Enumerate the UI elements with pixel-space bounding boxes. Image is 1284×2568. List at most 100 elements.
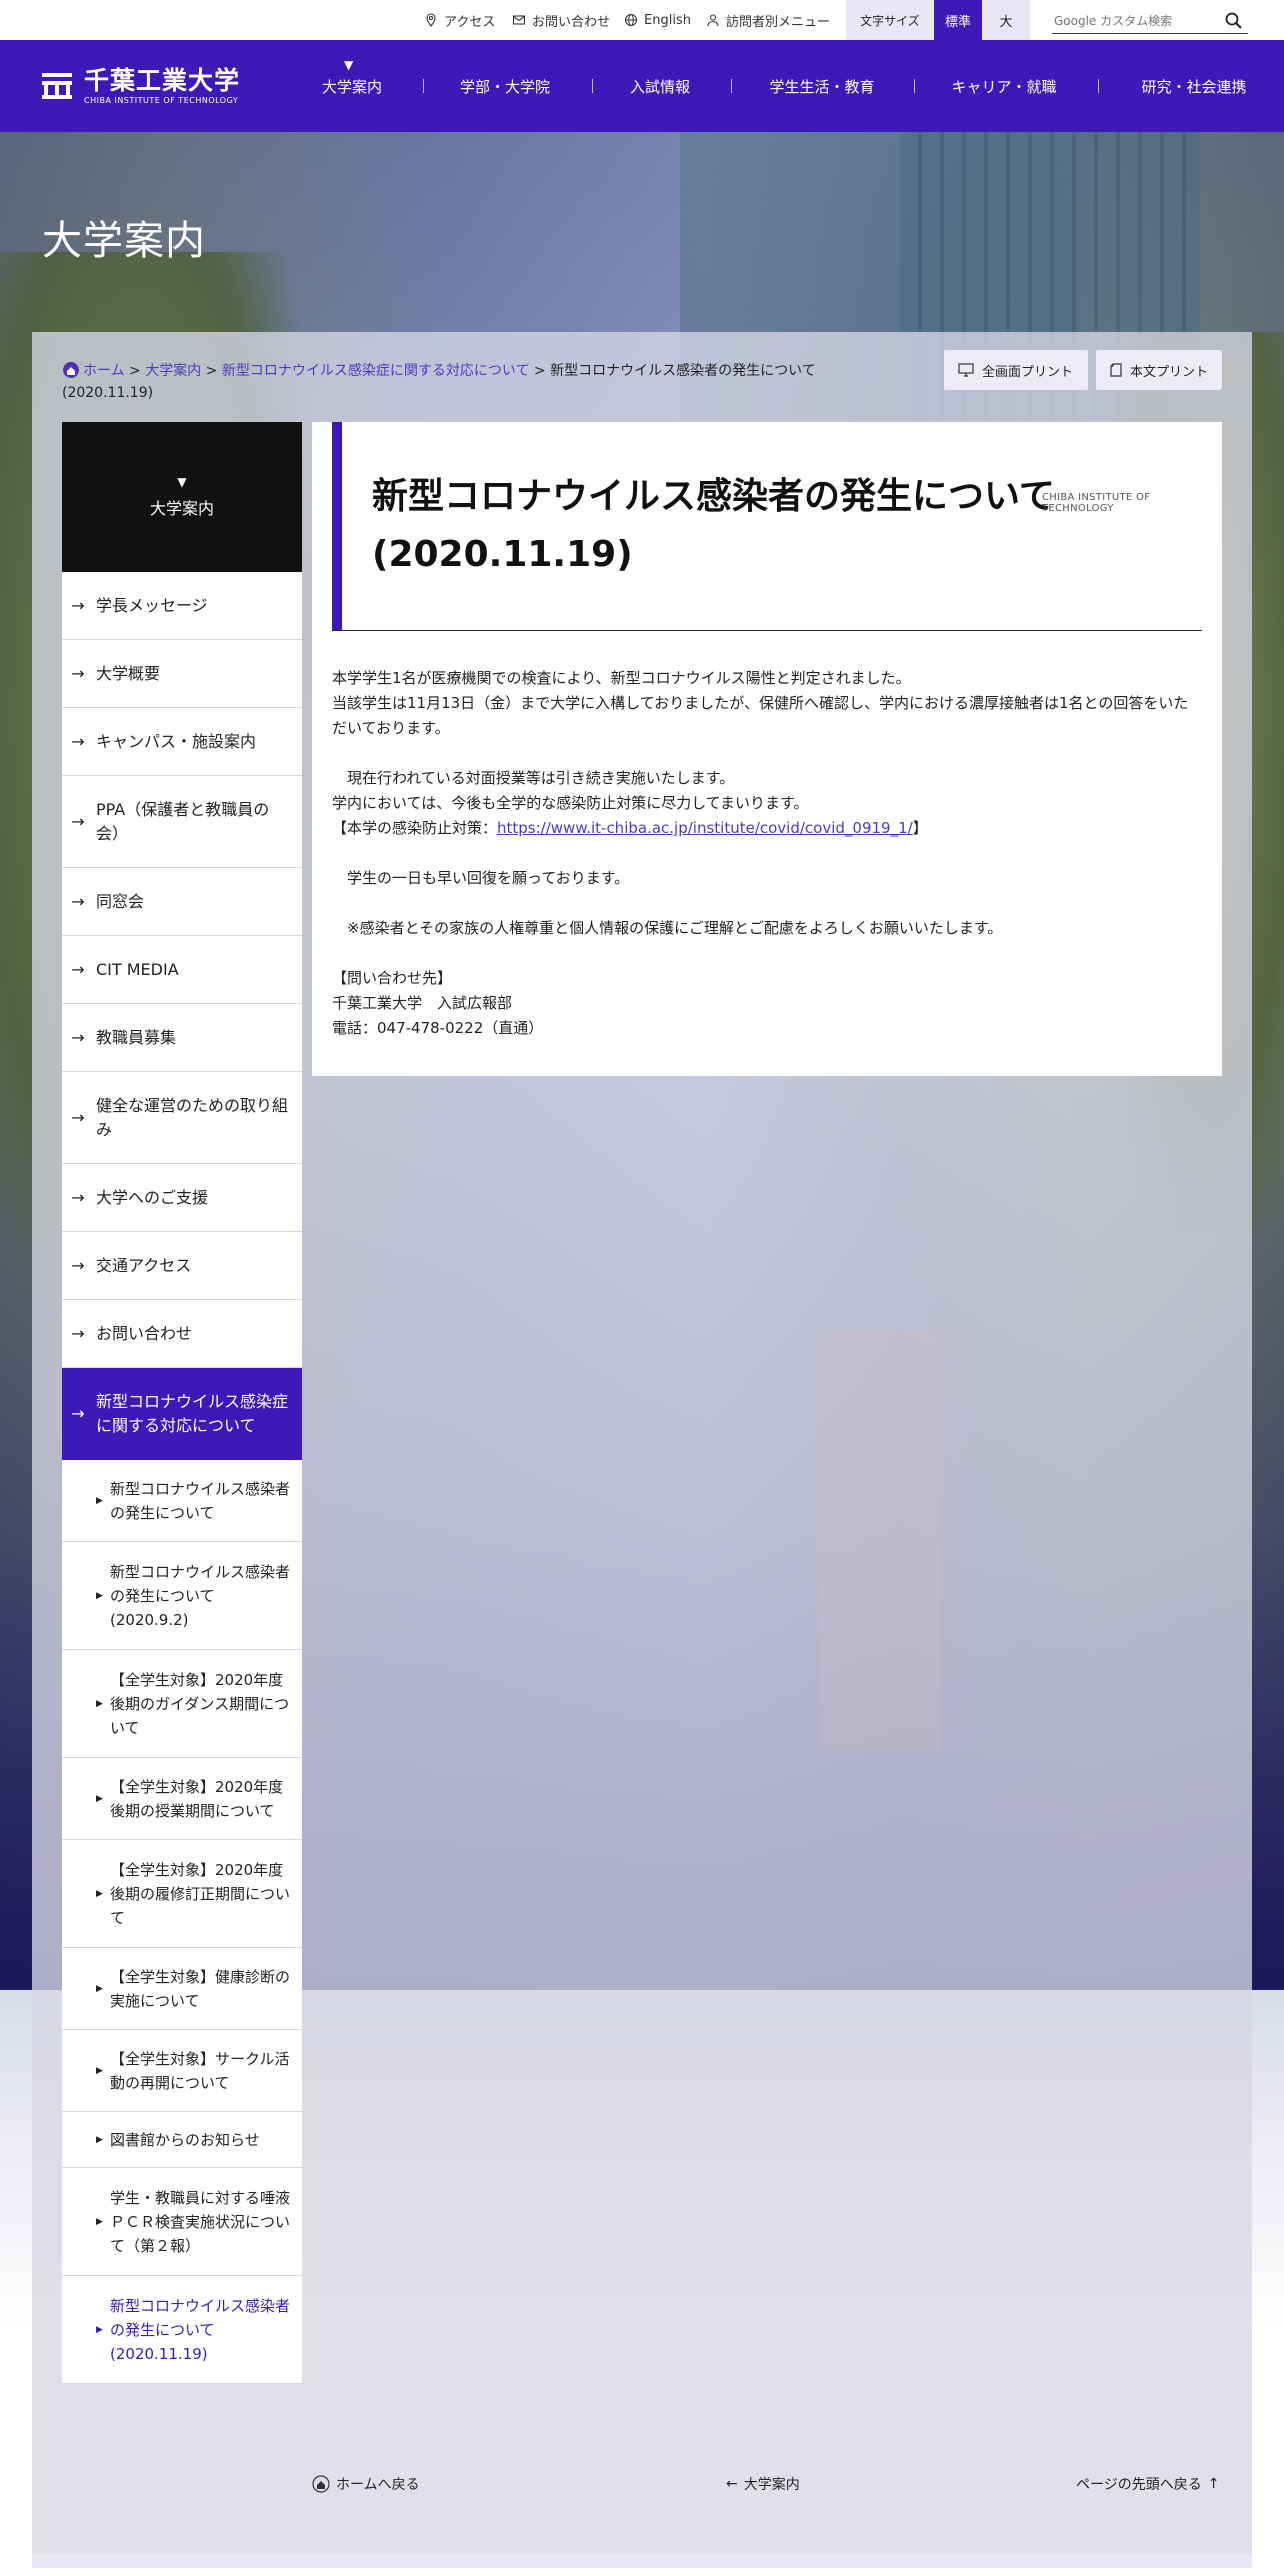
article-paragraph: 本学学生1名が医療機関での検査により、新型コロナウイルス陽性と判定されました。 — [332, 669, 911, 687]
back-to-top-link[interactable]: ページの先頭へ戻る ↑ — [1076, 2470, 1219, 2498]
back-to-home-label: ホームへ戻る — [336, 2477, 420, 2493]
nav-separator — [592, 79, 593, 93]
sidebar-item-label: PPA（保護者と教職員の会） — [96, 799, 270, 843]
university-logo-mark-icon — [42, 73, 72, 99]
article-paragraph: 学内においては、今後も全学的な感染防止対策に尽力してまいります。 — [332, 794, 809, 812]
arrow-right-icon: → — [71, 1255, 85, 1275]
article-paragraph-link: 【本学の感染防止対策：https://www.it-chiba.ac.jp/in… — [332, 816, 1202, 841]
sidebar-item-access[interactable]: → 交通アクセス — [62, 1232, 302, 1300]
site-logo[interactable]: 千葉工業大学 CHIBA INSTITUTE OF TECHNOLOGY — [40, 64, 240, 108]
breadcrumb-about[interactable]: 大学案内 — [145, 363, 201, 379]
breadcrumb-covid[interactable]: 新型コロナウイルス感染症に関する対応について — [222, 363, 530, 379]
global-nav: 千葉工業大学 CHIBA INSTITUTE OF TECHNOLOGY ▼ 大… — [0, 40, 1284, 132]
sidebar-subitem[interactable]: ▶ 【全学生対象】サークル活動の再開について — [62, 2030, 302, 2112]
search-box — [1052, 8, 1248, 34]
triangle-right-icon: ▶ — [96, 1495, 103, 1506]
sidebar-subitem-label: 【全学生対象】健康診断の実施について — [110, 1967, 291, 2010]
sidebar-subitem[interactable]: ▶ 新型コロナウイルス感染者の発生について(2020.9.2) — [62, 1542, 302, 1650]
map-pin-icon — [426, 13, 436, 27]
sidebar-item-cit-media[interactable]: → CIT MEDIA — [62, 936, 302, 1004]
article-paragraph: 現在行われている対面授業等は引き続き実施いたします。 — [332, 769, 735, 787]
breadcrumb-home[interactable]: ホーム — [83, 363, 125, 379]
arrow-right-icon: → — [71, 891, 85, 911]
nav-item-research[interactable]: 研究・社会連携 — [1124, 40, 1264, 132]
font-size-label: 文字サイズ — [846, 0, 934, 40]
sidebar-item-campus[interactable]: → キャンパス・施設案内 — [62, 708, 302, 776]
back-to-parent-link[interactable]: ← 大学案内 — [726, 2470, 800, 2498]
contact-link[interactable]: お問い合わせ — [512, 0, 610, 40]
access-link[interactable]: アクセス — [424, 0, 495, 40]
title-divider — [332, 630, 1202, 631]
sidebar-item-label: CIT MEDIA — [96, 959, 179, 979]
contact-heading: 【問い合わせ先】 — [332, 969, 453, 987]
article-blank-line — [332, 941, 1202, 966]
sidebar-subitem[interactable]: ▶ 【全学生対象】2020年度後期の授業期間について — [62, 1758, 302, 1840]
sidebar-subitem[interactable]: ▶ 【全学生対象】2020年度後期のガイダンス期間について — [62, 1650, 302, 1758]
user-icon — [707, 14, 719, 27]
article-paragraph: 当該学生は11月13日（金）まで大学に入構しておりましたが、保健所へ確認し、学内… — [332, 694, 1189, 737]
english-link[interactable]: English — [624, 0, 691, 40]
triangle-right-icon: ▶ — [96, 1983, 103, 1994]
sidebar-item-president-message[interactable]: → 学長メッセージ — [62, 572, 302, 640]
arrow-right-icon: → — [71, 1107, 85, 1127]
sidebar-item-ppa[interactable]: → PPA（保護者と教職員の会） — [62, 776, 302, 868]
sidebar-header[interactable]: ▼ 大学案内 — [62, 422, 302, 572]
sidebar-subitem[interactable]: ▶ 【全学生対象】2020年度後期の履修訂正期間について — [62, 1840, 302, 1948]
sidebar-subitem-label: 新型コロナウイルス感染者の発生について(2020.9.2) — [110, 1562, 291, 1629]
sidebar-subitem[interactable]: ▶ 新型コロナウイルス感染者の発生について — [62, 1460, 302, 1542]
print-full-button[interactable]: 全画面プリント — [944, 350, 1088, 390]
arrow-right-icon: → — [71, 1187, 85, 1207]
monitor-icon — [958, 363, 974, 377]
back-to-parent-label: 大学案内 — [743, 2477, 800, 2493]
visitor-menu-link[interactable]: 訪問者別メニュー — [706, 0, 830, 40]
triangle-right-icon: ▶ — [96, 2134, 103, 2145]
utility-bar: アクセス お問い合わせ English 訪問者別メニュー 文字サイズ 標準 大 — [0, 0, 1284, 40]
sidebar-item-support[interactable]: → 大学へのご支援 — [62, 1164, 302, 1232]
sidebar-subitem-label: 【全学生対象】2020年度後期の授業期間について — [110, 1777, 284, 1820]
font-size-standard-button[interactable]: 標準 — [934, 0, 982, 40]
search-input[interactable] — [1052, 13, 1212, 28]
sidebar-header-label: 大学案内 — [149, 499, 214, 518]
nav-separator — [914, 79, 915, 93]
font-size-large-button[interactable]: 大 — [982, 0, 1030, 40]
triangle-down-icon: ▼ — [177, 475, 187, 489]
home-icon — [63, 362, 79, 378]
sidebar-subitem[interactable]: ▶ 図書館からのお知らせ — [62, 2112, 302, 2168]
arrow-right-icon: → — [71, 731, 85, 751]
sidebar-item-recruit[interactable]: → 教職員募集 — [62, 1004, 302, 1072]
sidebar-subitem[interactable]: ▶ 【全学生対象】健康診断の実施について — [62, 1948, 302, 2030]
sidebar-item-label: 健全な運営のための取り組み — [96, 1095, 289, 1139]
triangle-right-icon: ▶ — [96, 2216, 103, 2227]
nav-item-about[interactable]: 大学案内 — [300, 40, 404, 132]
contact-organization: 千葉工業大学 入試広報部 — [332, 994, 513, 1012]
arrow-right-icon: → — [71, 663, 85, 683]
sidebar-subitem-current[interactable]: ▶ 新型コロナウイルス感染者の発生について(2020.11.19) — [62, 2276, 302, 2384]
nav-separator — [731, 79, 732, 93]
sidebar-subitem[interactable]: ▶ 学生・教職員に対する唾液ＰＣＲ検査実施状況について（第２報） — [62, 2168, 302, 2276]
arrow-right-icon: → — [71, 1404, 85, 1423]
search-icon[interactable] — [1224, 11, 1244, 31]
sidebar-subitem-label: 新型コロナウイルス感染者の発生について — [110, 1479, 291, 1522]
breadcrumb: ホーム > 大学案内 > 新型コロナウイルス感染症に関する対応について > 新型… — [62, 360, 822, 404]
contact-label: お問い合わせ — [532, 14, 611, 30]
triangle-right-icon: ▶ — [96, 1888, 103, 1899]
visitor-menu-label: 訪問者別メニュー — [726, 14, 831, 30]
arrow-right-icon: → — [71, 595, 85, 615]
sidebar-item-governance[interactable]: → 健全な運営のための取り組み — [62, 1072, 302, 1164]
sidebar-item-overview[interactable]: → 大学概要 — [62, 640, 302, 708]
nav-item-student-life[interactable]: 学生生活・教育 — [752, 40, 892, 132]
arrow-up-icon: ↑ — [1207, 2476, 1220, 2492]
sidebar-item-covid[interactable]: → 新型コロナウイルス感染症に関する対応について — [62, 1368, 302, 1460]
nav-item-career[interactable]: キャリア・就職 — [934, 40, 1074, 132]
print-body-button[interactable]: 本文プリント — [1096, 350, 1222, 390]
nav-item-faculties[interactable]: 学部・大学院 — [440, 40, 570, 132]
article-blank-line — [332, 741, 1202, 766]
back-to-home-link[interactable]: ホームへ戻る — [312, 2470, 420, 2498]
covid-measures-link[interactable]: https://www.it-chiba.ac.jp/institute/cov… — [497, 819, 913, 837]
article-paragraph: ※感染者とその家族の人権尊重と個人情報の保護にご理解とご配慮をよろしくお願いいた… — [332, 919, 1003, 937]
sidebar-subitem-label: 【全学生対象】2020年度後期の履修訂正期間について — [110, 1860, 291, 1927]
sidebar-item-contact[interactable]: → お問い合わせ — [62, 1300, 302, 1368]
sidebar-menu: → 学長メッセージ → 大学概要 → キャンパス・施設案内 → PPA（保護者と教職員の… — [62, 572, 302, 2384]
sidebar-item-alumni[interactable]: → 同窓会 — [62, 868, 302, 936]
nav-item-admissions[interactable]: 入試情報 — [610, 40, 710, 132]
